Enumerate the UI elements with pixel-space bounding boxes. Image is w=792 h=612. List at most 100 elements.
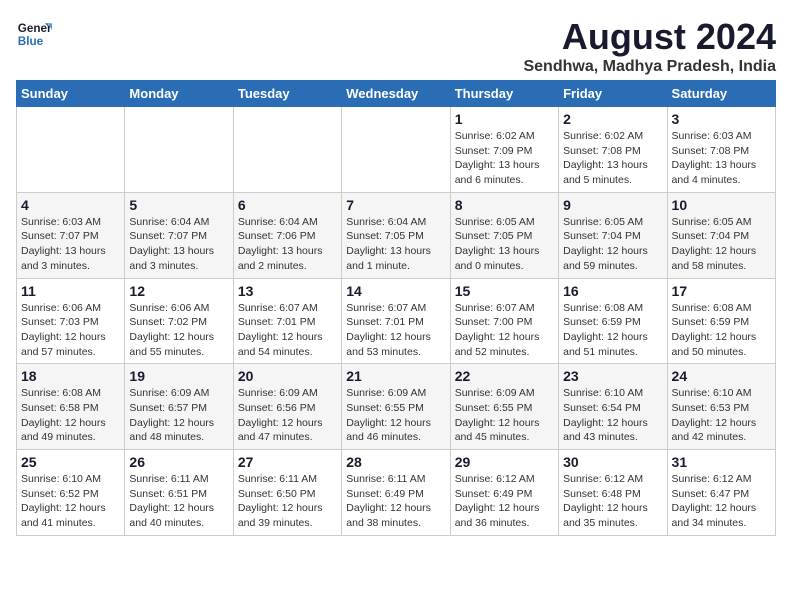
day-number: 18 <box>21 368 120 384</box>
calendar-cell: 26Sunrise: 6:11 AM Sunset: 6:51 PM Dayli… <box>125 450 233 536</box>
page-subtitle: Sendhwa, Madhya Pradesh, India <box>523 58 776 76</box>
calendar-cell: 7 Sunrise: 6:04 AM Sunset: 7:05 PM Daylig… <box>342 192 450 278</box>
weekday-header: Sunday <box>17 81 125 107</box>
calendar-cell: 1 Sunrise: 6:02 AM Sunset: 7:09 PM Daylig… <box>450 107 558 193</box>
day-number: 14 <box>346 283 445 299</box>
day-number: 8 <box>455 197 554 213</box>
day-number: 25 <box>21 454 120 470</box>
day-info: Sunrise: 6:10 AM Sunset: 6:54 PM Dayligh… <box>563 386 662 445</box>
calendar-header-row: SundayMondayTuesdayWednesdayThursdayFrid… <box>17 81 776 107</box>
page-header: General Blue August 2024 Sendhwa, Madhya… <box>16 16 776 76</box>
day-info: Sunrise: 6:12 AM Sunset: 6:48 PM Dayligh… <box>563 472 662 531</box>
day-info: Sunrise: 6:04 AM Sunset: 7:05 PM Dayligh… <box>346 215 445 274</box>
calendar-cell: 28 Sunrise: 6:11 AM Sunset: 6:49 PM Dayli… <box>342 450 450 536</box>
day-info: Sunrise: 6:03 AM Sunset: 7:08 PM Dayligh… <box>672 129 771 188</box>
calendar-cell: 10Sunrise: 6:05 AM Sunset: 7:04 PM Dayli… <box>667 192 775 278</box>
day-number: 12 <box>129 283 228 299</box>
day-number: 11 <box>21 283 120 299</box>
calendar-cell: 15Sunrise: 6:07 AM Sunset: 7:00 PM Dayli… <box>450 278 558 364</box>
day-number: 30 <box>563 454 662 470</box>
day-info: Sunrise: 6:12 AM Sunset: 6:47 PM Dayligh… <box>672 472 771 531</box>
day-number: 10 <box>672 197 771 213</box>
calendar-cell: 11 Sunrise: 6:06 AM Sunset: 7:03 PM Dayli… <box>17 278 125 364</box>
calendar-cell: 8 Sunrise: 6:05 AM Sunset: 7:05 PM Daylig… <box>450 192 558 278</box>
day-number: 21 <box>346 368 445 384</box>
calendar-cell: 4 Sunrise: 6:03 AM Sunset: 7:07 PM Daylig… <box>17 192 125 278</box>
day-number: 22 <box>455 368 554 384</box>
day-info: Sunrise: 6:12 AM Sunset: 6:49 PM Dayligh… <box>455 472 554 531</box>
day-info: Sunrise: 6:09 AM Sunset: 6:55 PM Dayligh… <box>455 386 554 445</box>
calendar-cell: 27 Sunrise: 6:11 AM Sunset: 6:50 PM Dayli… <box>233 450 341 536</box>
day-info: Sunrise: 6:02 AM Sunset: 7:08 PM Dayligh… <box>563 129 662 188</box>
calendar-cell <box>342 107 450 193</box>
weekday-header: Thursday <box>450 81 558 107</box>
day-info: Sunrise: 6:09 AM Sunset: 6:56 PM Dayligh… <box>238 386 337 445</box>
day-number: 23 <box>563 368 662 384</box>
calendar-cell: 20 Sunrise: 6:09 AM Sunset: 6:56 PM Dayli… <box>233 364 341 450</box>
calendar-week-row: 25 Sunrise: 6:10 AM Sunset: 6:52 PM Dayli… <box>17 450 776 536</box>
calendar-cell: 6Sunrise: 6:04 AM Sunset: 7:06 PM Daylig… <box>233 192 341 278</box>
day-number: 28 <box>346 454 445 470</box>
calendar-cell: 3 Sunrise: 6:03 AM Sunset: 7:08 PM Daylig… <box>667 107 775 193</box>
day-number: 19 <box>129 368 228 384</box>
calendar-cell: 19 Sunrise: 6:09 AM Sunset: 6:57 PM Dayli… <box>125 364 233 450</box>
calendar-cell: 16Sunrise: 6:08 AM Sunset: 6:59 PM Dayli… <box>559 278 667 364</box>
day-info: Sunrise: 6:11 AM Sunset: 6:50 PM Dayligh… <box>238 472 337 531</box>
day-info: Sunrise: 6:02 AM Sunset: 7:09 PM Dayligh… <box>455 129 554 188</box>
day-info: Sunrise: 6:06 AM Sunset: 7:03 PM Dayligh… <box>21 301 120 360</box>
day-info: Sunrise: 6:08 AM Sunset: 6:58 PM Dayligh… <box>21 386 120 445</box>
calendar-cell: 14 Sunrise: 6:07 AM Sunset: 7:01 PM Dayli… <box>342 278 450 364</box>
day-info: Sunrise: 6:06 AM Sunset: 7:02 PM Dayligh… <box>129 301 228 360</box>
day-number: 7 <box>346 197 445 213</box>
day-info: Sunrise: 6:10 AM Sunset: 6:53 PM Dayligh… <box>672 386 771 445</box>
weekday-header: Saturday <box>667 81 775 107</box>
day-number: 29 <box>455 454 554 470</box>
day-info: Sunrise: 6:04 AM Sunset: 7:07 PM Dayligh… <box>129 215 228 274</box>
calendar-cell: 12 Sunrise: 6:06 AM Sunset: 7:02 PM Dayli… <box>125 278 233 364</box>
calendar-cell: 21 Sunrise: 6:09 AM Sunset: 6:55 PM Dayli… <box>342 364 450 450</box>
day-number: 5 <box>129 197 228 213</box>
calendar-cell <box>17 107 125 193</box>
day-number: 1 <box>455 111 554 127</box>
day-number: 15 <box>455 283 554 299</box>
day-info: Sunrise: 6:09 AM Sunset: 6:57 PM Dayligh… <box>129 386 228 445</box>
calendar-cell: 17 Sunrise: 6:08 AM Sunset: 6:59 PM Dayli… <box>667 278 775 364</box>
calendar-week-row: 4 Sunrise: 6:03 AM Sunset: 7:07 PM Daylig… <box>17 192 776 278</box>
day-info: Sunrise: 6:05 AM Sunset: 7:04 PM Dayligh… <box>563 215 662 274</box>
day-info: Sunrise: 6:05 AM Sunset: 7:05 PM Dayligh… <box>455 215 554 274</box>
calendar-week-row: 11 Sunrise: 6:06 AM Sunset: 7:03 PM Dayli… <box>17 278 776 364</box>
day-info: Sunrise: 6:07 AM Sunset: 7:01 PM Dayligh… <box>238 301 337 360</box>
day-info: Sunrise: 6:11 AM Sunset: 6:49 PM Dayligh… <box>346 472 445 531</box>
weekday-header: Friday <box>559 81 667 107</box>
day-info: Sunrise: 6:07 AM Sunset: 7:01 PM Dayligh… <box>346 301 445 360</box>
day-number: 31 <box>672 454 771 470</box>
day-number: 27 <box>238 454 337 470</box>
day-info: Sunrise: 6:09 AM Sunset: 6:55 PM Dayligh… <box>346 386 445 445</box>
day-info: Sunrise: 6:04 AM Sunset: 7:06 PM Dayligh… <box>238 215 337 274</box>
day-number: 17 <box>672 283 771 299</box>
day-number: 2 <box>563 111 662 127</box>
day-number: 24 <box>672 368 771 384</box>
day-number: 9 <box>563 197 662 213</box>
calendar-cell: 9 Sunrise: 6:05 AM Sunset: 7:04 PM Daylig… <box>559 192 667 278</box>
logo: General Blue <box>16 16 52 52</box>
calendar-cell: 23 Sunrise: 6:10 AM Sunset: 6:54 PM Dayli… <box>559 364 667 450</box>
calendar-cell: 29 Sunrise: 6:12 AM Sunset: 6:49 PM Dayli… <box>450 450 558 536</box>
day-number: 13 <box>238 283 337 299</box>
day-number: 3 <box>672 111 771 127</box>
day-number: 4 <box>21 197 120 213</box>
calendar-cell: 13 Sunrise: 6:07 AM Sunset: 7:01 PM Dayli… <box>233 278 341 364</box>
svg-text:Blue: Blue <box>18 35 44 48</box>
calendar-cell <box>125 107 233 193</box>
calendar-cell: 18 Sunrise: 6:08 AM Sunset: 6:58 PM Dayli… <box>17 364 125 450</box>
day-number: 20 <box>238 368 337 384</box>
day-info: Sunrise: 6:03 AM Sunset: 7:07 PM Dayligh… <box>21 215 120 274</box>
weekday-header: Wednesday <box>342 81 450 107</box>
day-info: Sunrise: 6:11 AM Sunset: 6:51 PM Dayligh… <box>129 472 228 531</box>
day-info: Sunrise: 6:10 AM Sunset: 6:52 PM Dayligh… <box>21 472 120 531</box>
day-info: Sunrise: 6:08 AM Sunset: 6:59 PM Dayligh… <box>672 301 771 360</box>
day-info: Sunrise: 6:08 AM Sunset: 6:59 PM Dayligh… <box>563 301 662 360</box>
weekday-header: Tuesday <box>233 81 341 107</box>
page-title: August 2024 <box>523 16 776 58</box>
calendar-cell: 31 Sunrise: 6:12 AM Sunset: 6:47 PM Dayli… <box>667 450 775 536</box>
